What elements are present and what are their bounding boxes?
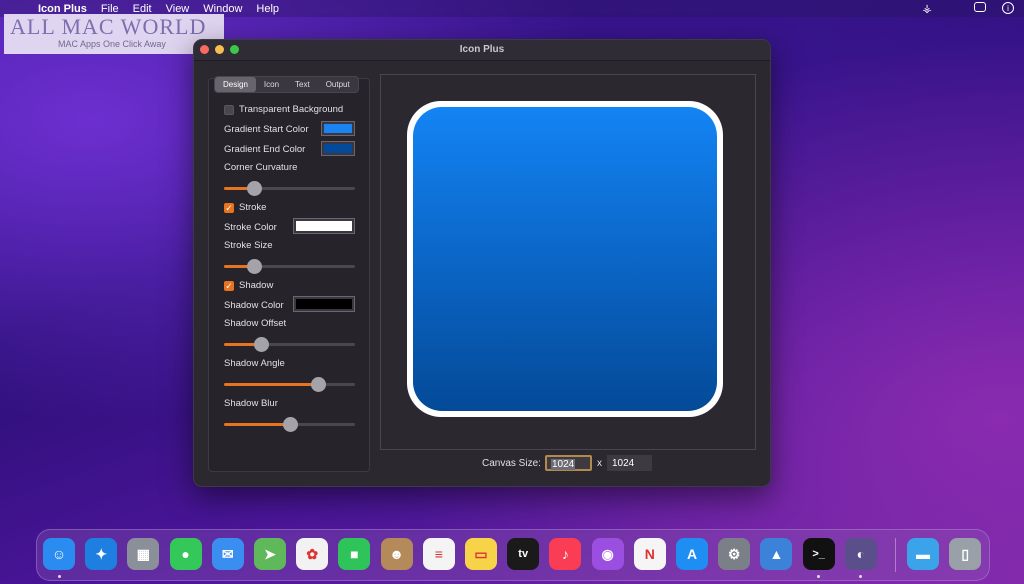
menu-edit[interactable]: Edit	[133, 3, 152, 15]
gradient-end-label: Gradient End Color	[224, 144, 306, 155]
shadow-angle-slider[interactable]	[224, 377, 355, 392]
corner-curvature-label: Corner Curvature	[224, 162, 298, 173]
shadow-color-label: Shadow Color	[224, 300, 284, 311]
gradient-start-swatch	[324, 124, 352, 133]
dock-apple-tv-icon[interactable]: tv	[507, 538, 540, 570]
shadow-blur-knob[interactable]	[282, 417, 298, 432]
settings-panel: Design Icon Text Output Transparent Back…	[208, 76, 370, 472]
menu-window[interactable]: Window	[203, 3, 242, 15]
shadow-offset-label: Shadow Offset	[224, 318, 287, 329]
dock-running-indicator	[57, 575, 61, 578]
dock-finder-icon[interactable]: ☺	[43, 538, 75, 570]
dock-terminal-icon[interactable]: >_	[802, 538, 835, 570]
control-center-icon[interactable]	[974, 2, 986, 12]
dock-downloads-folder-icon[interactable]: ▬	[907, 538, 939, 570]
transparent-background-label: Transparent Background	[239, 104, 344, 115]
dock-notes-icon[interactable]: ▭	[465, 538, 497, 570]
shadow-angle-knob[interactable]	[311, 377, 327, 392]
stroke-label: Stroke	[239, 202, 267, 213]
stroke-color-swatch	[296, 221, 352, 231]
gradient-start-label: Gradient Start Color	[224, 124, 309, 135]
watermark-title: ALL MAC WORLD	[10, 14, 207, 39]
icon-preview-gradient	[413, 107, 717, 411]
gradient-end-swatch	[324, 144, 352, 153]
app-window: Icon Plus Design Icon Text Output Transp…	[193, 39, 771, 487]
shadow-blur-fill	[224, 423, 290, 426]
dock-podcasts-icon[interactable]: ◉	[591, 538, 624, 570]
user-icon[interactable]: i	[1002, 2, 1014, 14]
dock-separator	[895, 538, 896, 572]
dock-music-icon[interactable]: ♪	[549, 538, 582, 570]
stroke-checkbox[interactable]: ✓	[224, 203, 234, 213]
stroke-size-knob[interactable]	[247, 259, 263, 274]
stroke-color-label: Stroke Color	[224, 222, 277, 233]
canvas-width-input[interactable]: 1024	[545, 455, 592, 471]
window-title: Icon Plus	[459, 44, 505, 55]
dock-icon-plus-icon[interactable]: ◐	[844, 538, 877, 570]
dock-system-preferences-icon[interactable]: ⚙	[718, 538, 751, 570]
dock-contacts-icon[interactable]: ☻	[380, 538, 413, 570]
tab-icon[interactable]: Icon	[256, 77, 287, 92]
stroke-size-slider[interactable]	[224, 259, 355, 274]
canvas-height-input[interactable]: 1024	[607, 455, 652, 471]
tab-output[interactable]: Output	[318, 77, 358, 92]
shadow-angle-fill	[224, 383, 319, 386]
shadow-offset-knob[interactable]	[253, 337, 269, 352]
transparent-background-checkbox[interactable]	[224, 105, 234, 115]
dock-trash-icon[interactable]: ▯	[949, 538, 982, 570]
corner-curvature-knob[interactable]	[247, 181, 263, 196]
dock-reminders-icon[interactable]: ≡	[422, 538, 455, 570]
shadow-angle-label: Shadow Angle	[224, 358, 285, 369]
dock-running-indicator	[859, 575, 863, 578]
dock-photos-icon[interactable]: ✿	[296, 538, 329, 570]
canvas-preview	[380, 74, 756, 450]
tab-design[interactable]: Design	[215, 77, 256, 92]
menu-app-name[interactable]: Icon Plus	[38, 3, 87, 15]
shadow-color-well[interactable]	[293, 296, 355, 312]
dock-running-indicator	[817, 575, 821, 578]
dock-facetime-icon[interactable]: ■	[338, 538, 371, 570]
menu-file[interactable]: File	[101, 3, 119, 15]
stroke-color-well[interactable]	[293, 218, 355, 234]
dock-app-store-icon[interactable]: A	[676, 538, 708, 570]
menu-view[interactable]: View	[166, 3, 190, 15]
dock-mail-icon[interactable]: ✉	[211, 538, 244, 570]
shadow-blur-slider[interactable]	[224, 417, 355, 432]
gradient-end-color-well[interactable]	[321, 141, 355, 156]
watermark: ALL MAC WORLD MAC Apps One Click Away	[4, 14, 224, 54]
corner-curvature-slider[interactable]	[224, 181, 355, 196]
shadow-label: Shadow	[239, 280, 274, 291]
dock-launchpad-icon[interactable]: ▦	[127, 538, 160, 570]
dock-maps-icon[interactable]: ➤	[254, 538, 286, 570]
dock-messages-icon[interactable]: ●	[169, 538, 202, 570]
dock: ☺ ✦ ▦ ● ✉ ➤ ✿ ■ ☻ ≡ ▭ tv ♪ ◉ N A ⚙ ▲ >_ ◐ ▬ ▯	[36, 529, 990, 581]
tab-text[interactable]: Text	[287, 77, 318, 92]
canvas-size-label: Canvas Size:	[482, 458, 541, 469]
canvas-width-value: 1024	[551, 459, 576, 470]
dock-news-icon[interactable]: N	[633, 538, 666, 570]
canvas-size-separator: x	[597, 458, 602, 469]
dock-safari-icon[interactable]: ✦	[85, 538, 118, 570]
title-bar[interactable]: Icon Plus	[194, 40, 770, 61]
tab-bar: Design Icon Text Output	[214, 76, 359, 93]
shadow-offset-slider[interactable]	[224, 337, 355, 352]
menu-help[interactable]: Help	[256, 3, 279, 15]
dock-mountain-app-icon[interactable]: ▲	[760, 538, 793, 570]
wifi-icon[interactable]: ⚶	[920, 1, 934, 15]
shadow-checkbox[interactable]: ✓	[224, 281, 234, 291]
shadow-blur-label: Shadow Blur	[224, 398, 278, 409]
gradient-start-color-well[interactable]	[321, 121, 355, 136]
stroke-size-label: Stroke Size	[224, 240, 273, 251]
icon-preview-stroke	[407, 101, 723, 417]
watermark-subtitle: MAC Apps One Click Away	[58, 39, 166, 49]
shadow-color-swatch	[296, 299, 352, 309]
